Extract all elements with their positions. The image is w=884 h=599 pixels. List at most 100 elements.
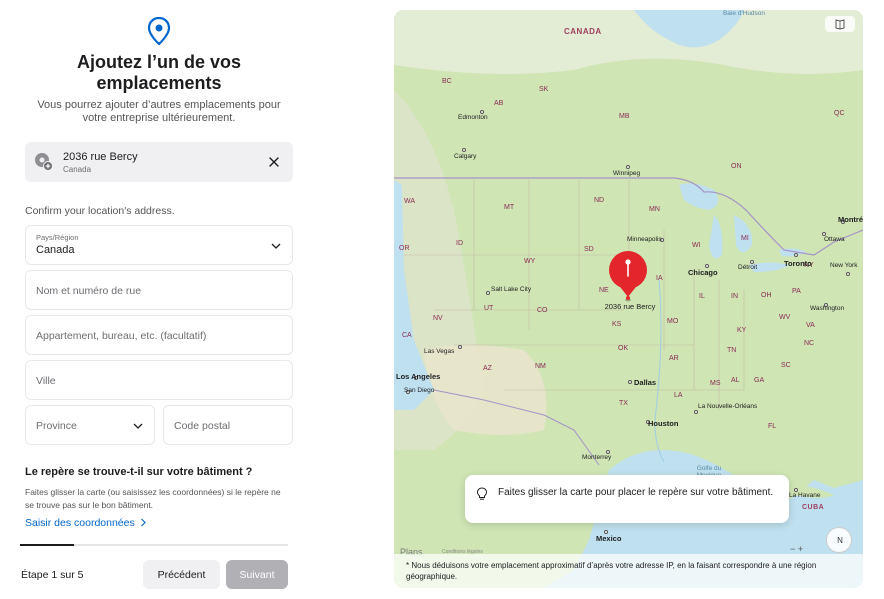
region-label: LA <box>674 392 683 399</box>
city-label: Las Vegas <box>424 348 455 355</box>
city-dot <box>462 148 466 152</box>
pin-question-title: Le repère se trouve-t-il sur votre bâtim… <box>25 466 253 478</box>
city-label: Salt Lake City <box>491 286 532 293</box>
city-label: Chicago <box>688 268 718 277</box>
region-label: IL <box>699 293 705 300</box>
enter-coordinates-label: Saisir des coordonnées <box>25 517 135 529</box>
footnote-text: * Nous déduisons votre emplacement appro… <box>406 561 817 581</box>
region-label: SK <box>539 86 549 93</box>
city-label: Calgary <box>454 153 477 160</box>
region-label: BC <box>442 78 452 85</box>
region-label: OK <box>618 345 629 352</box>
country-label-cuba: CUBA <box>802 504 825 511</box>
map-view[interactable]: CANADA CUBA Baie d'Hudson Golfe du Mexiq… <box>394 10 863 588</box>
page-subtitle: Vous pourrez ajouter d’autres emplacemen… <box>37 99 281 124</box>
region-label: QC <box>834 110 845 117</box>
city-label: Mexico <box>596 534 622 543</box>
region-label: WY <box>524 258 536 265</box>
province-placeholder: Province <box>36 420 77 432</box>
region-label: MI <box>741 235 749 242</box>
city-label: Edmonton <box>458 114 488 121</box>
address-form-panel: Ajoutez l’un de vos emplacements Vous po… <box>0 0 318 599</box>
city-label: La Havane <box>789 492 821 499</box>
region-label: WV <box>779 314 791 321</box>
compass-label: N <box>837 536 843 545</box>
region-label: MO <box>667 318 679 325</box>
region-label: AB <box>494 100 504 107</box>
country-label-canada: CANADA <box>564 27 602 36</box>
page-title: Ajoutez l’un de vos emplacements <box>76 52 241 93</box>
chevron-down-icon <box>271 243 281 249</box>
chevron-down-icon <box>133 423 143 429</box>
region-label: TN <box>727 347 737 354</box>
enter-coordinates-link[interactable]: Saisir des coordonnées <box>25 517 147 529</box>
region-label: IN <box>731 293 738 300</box>
previous-button[interactable]: Précédent <box>143 560 220 589</box>
map-pin-marker[interactable] <box>607 250 649 302</box>
region-label: UT <box>484 305 494 312</box>
city-label: Détroit <box>738 264 758 271</box>
region-label: NM <box>535 363 546 370</box>
tooltip-text: Faites glisser la carte pour placer le r… <box>498 487 774 498</box>
region-label: TX <box>619 400 628 407</box>
region-label: ND <box>594 197 605 204</box>
province-select[interactable]: Province <box>25 405 155 445</box>
pin-question-text: Faites glisser la carte (ou saisissez le… <box>25 487 281 510</box>
city-label: Montréal <box>838 215 863 224</box>
region-label: MT <box>504 204 515 211</box>
region-label: MN <box>649 206 660 213</box>
postal-code-input[interactable]: Code postal <box>163 405 293 445</box>
region-label: ON <box>731 163 742 170</box>
street-placeholder: Nom et numéro de rue <box>36 285 142 297</box>
next-button[interactable]: Suivant <box>226 560 288 589</box>
compass-button[interactable]: N <box>826 527 852 553</box>
region-label: CA <box>402 332 412 339</box>
city-input[interactable]: Ville <box>25 360 293 400</box>
city-placeholder: Ville <box>36 375 56 387</box>
progress-fill <box>20 544 74 546</box>
map-footnote: * Nous déduisons votre emplacement appro… <box>394 554 863 588</box>
region-label: ID <box>456 240 463 247</box>
postal-code-placeholder: Code postal <box>174 420 231 432</box>
region-label: CO <box>537 307 548 314</box>
sea-label-hudson: Baie d'Hudson <box>722 10 766 17</box>
region-label: KS <box>612 321 622 328</box>
city-label: Washington <box>810 305 845 312</box>
street-input[interactable]: Nom et numéro de rue <box>25 270 293 310</box>
region-label: FL <box>768 423 777 430</box>
region-label: OH <box>761 292 772 299</box>
city-label: Winnipeg <box>613 170 641 177</box>
country-value: Canada <box>36 244 75 256</box>
country-select[interactable]: Pays/Région Canada <box>25 225 293 265</box>
region-label: OR <box>399 245 410 252</box>
region-label: SC <box>781 362 791 369</box>
region-label: AL <box>731 377 740 384</box>
city-label: New York <box>830 262 858 269</box>
region-label: PA <box>792 288 801 295</box>
drag-map-tooltip: Faites glisser la carte pour placer le r… <box>465 475 789 523</box>
close-icon[interactable] <box>266 154 282 170</box>
step-indicator: Étape 1 sur 5 <box>21 569 84 581</box>
region-label: NC <box>804 340 815 347</box>
address-country: Canada <box>63 165 92 174</box>
city-dot <box>846 272 850 276</box>
region-label: GA <box>754 377 765 384</box>
city-label: Los Angeles <box>396 372 441 381</box>
selected-address-card: 2036 rue Bercy Canada <box>25 142 293 182</box>
region-label: VA <box>806 322 815 329</box>
location-add-icon <box>35 153 53 171</box>
region-label: WA <box>404 198 416 205</box>
map-icon <box>835 19 845 30</box>
city-label: Minneapolis <box>627 236 662 243</box>
progress-bar <box>20 544 288 546</box>
city-dot <box>628 380 632 384</box>
region-label: AZ <box>483 365 492 372</box>
city-label: Ottawa <box>824 236 845 243</box>
city-label: San Diego <box>404 387 435 394</box>
address-line: 2036 rue Bercy <box>63 151 138 163</box>
lightbulb-icon <box>476 487 488 500</box>
map-mode-button[interactable] <box>825 16 855 32</box>
apartment-input[interactable]: Appartement, bureau, etc. (facultatif) <box>25 315 293 355</box>
region-label: SD <box>584 246 594 253</box>
city-label: Dallas <box>634 378 657 387</box>
